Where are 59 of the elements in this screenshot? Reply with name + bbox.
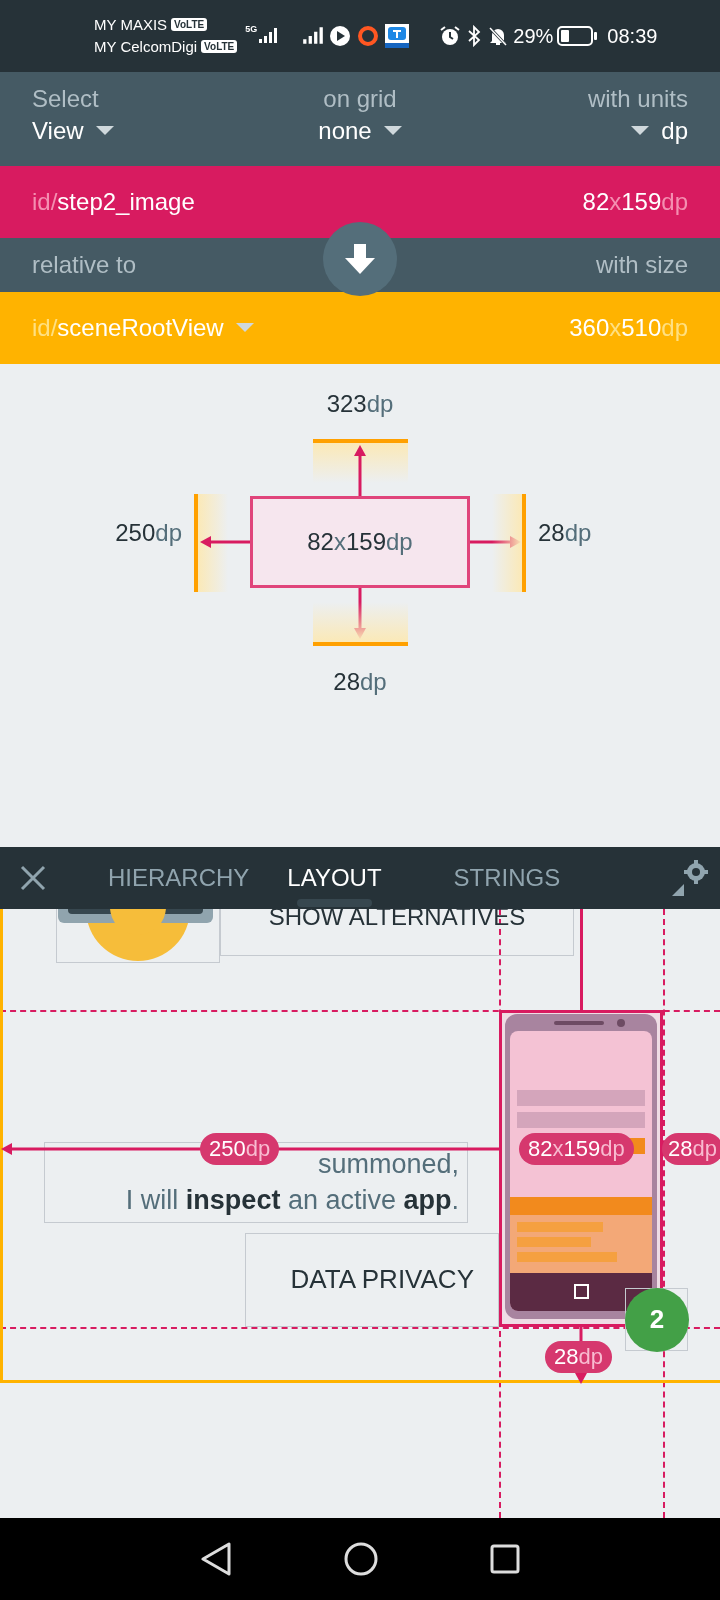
play-icon	[329, 24, 352, 47]
measurement-badge: 82x159dp	[519, 1132, 634, 1165]
tab[interactable]: STRINGS	[451, 846, 563, 909]
relation-label: relative to	[32, 249, 137, 280]
relation-label: with size	[595, 249, 688, 280]
view-id: id/step2_image	[32, 186, 195, 217]
ring-icon	[357, 24, 380, 47]
home-icon[interactable]	[344, 1542, 378, 1577]
back-icon[interactable]	[200, 1542, 232, 1577]
settings-button[interactable]	[670, 857, 710, 898]
dropdown[interactable]: dp	[631, 113, 688, 148]
alternatives-label: SHOW ALTERNATIVES	[268, 908, 526, 932]
right-arrow	[470, 534, 522, 549]
dimension-label: 28dp	[538, 517, 592, 548]
close-icon	[19, 863, 47, 892]
bell-off-icon	[487, 24, 510, 47]
privacy-label: DATA PRIVACY	[290, 1263, 474, 1297]
recents-icon[interactable]	[490, 1544, 520, 1575]
step-number-badge: 2	[625, 1287, 689, 1352]
signal-icon	[301, 25, 326, 46]
carrier-name: MY CelcomDigi	[94, 36, 198, 57]
up-arrow	[353, 443, 367, 496]
alarm-icon	[439, 24, 462, 47]
volte-badge: VoLTE	[201, 40, 238, 54]
battery-percentage: 29%	[513, 23, 554, 49]
dimension-label: 323dp	[325, 388, 395, 419]
caret-icon	[631, 125, 650, 136]
caret-icon	[383, 125, 402, 136]
measurement-badge: 250dp	[200, 1132, 280, 1165]
dropdown[interactable]: none	[318, 113, 402, 148]
volte-badge: VoLTE	[171, 18, 208, 32]
caret-icon	[95, 125, 114, 136]
clock: 08:39	[607, 23, 658, 49]
network-type: 5G	[245, 25, 258, 35]
dimension-label: 82x159dp	[307, 526, 413, 557]
dimension-label: 250dp	[114, 517, 182, 548]
measurement-badge: 28dp	[545, 1340, 612, 1373]
selector-label: with units	[587, 83, 688, 114]
message-line: summoned,	[317, 1148, 459, 1182]
dropdown[interactable]: View	[32, 113, 114, 148]
selector-label: Select	[32, 83, 99, 114]
tab[interactable]: HIERARCHY	[106, 846, 252, 909]
settings-icon	[670, 857, 710, 898]
caret-icon	[235, 322, 254, 333]
signal-icon	[257, 26, 280, 45]
bluetooth-icon	[467, 24, 482, 47]
measurement-badge: 28dp	[662, 1132, 720, 1165]
view-size: 82x159dp	[582, 186, 688, 217]
message-line: I will inspect an active app.	[125, 1184, 459, 1218]
carrier-name: MY MAXIS	[94, 14, 168, 35]
down-arrow	[353, 587, 367, 640]
dimension-label: 28dp	[332, 666, 388, 697]
selector-label: on grid	[323, 83, 397, 114]
tab[interactable]: LAYOUT	[285, 846, 384, 909]
view-size: 360x510dp	[569, 312, 688, 343]
battery-icon	[557, 25, 598, 46]
down-arrow-icon	[343, 241, 377, 276]
left-arrow	[199, 534, 251, 549]
app-icon	[385, 23, 410, 48]
